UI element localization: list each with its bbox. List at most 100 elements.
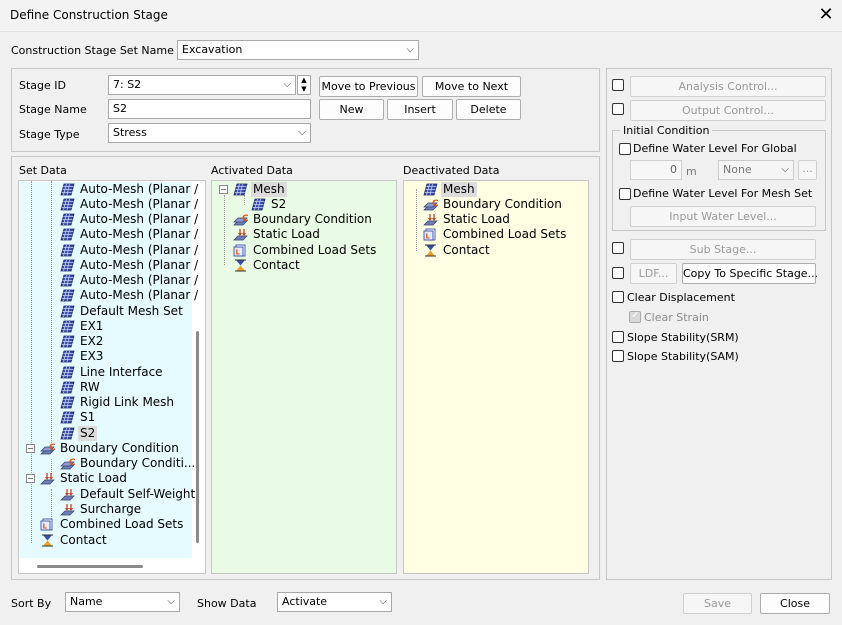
mesh-icon <box>60 198 75 211</box>
combined-load-icon <box>233 244 248 257</box>
sub-stage-checkbox[interactable] <box>612 242 624 254</box>
mesh-icon <box>60 244 75 257</box>
sub-stage-button[interactable]: Sub Stage... <box>630 239 816 260</box>
save-button[interactable]: Save <box>683 593 752 614</box>
water-level-input[interactable]: 0 <box>630 160 682 180</box>
stage-id-select[interactable]: 7: S2 ⌵ <box>108 75 296 95</box>
ldf-checkbox[interactable] <box>612 267 624 279</box>
ldf-button[interactable]: LDF... <box>630 263 677 284</box>
mesh-icon <box>60 228 75 241</box>
clear-strain-label: Clear Strain <box>644 311 709 324</box>
water-mesh-label: Define Water Level For Mesh Set <box>633 187 813 200</box>
stage-id-spinner[interactable]: ▲ ▼ <box>297 75 311 95</box>
stage-type-select[interactable]: Stress ⌵ <box>108 123 311 143</box>
clear-displacement-label: Clear Displacement <box>627 291 735 304</box>
mesh-icon <box>60 396 75 409</box>
stage-set-select[interactable]: Excavation ⌵ <box>177 40 419 60</box>
initial-condition-title: Initial Condition <box>620 124 713 137</box>
close-icon[interactable]: ✕ <box>812 3 840 29</box>
sort-by-select[interactable]: Name ⌵ <box>65 592 180 612</box>
vertical-scrollbar[interactable] <box>196 331 199 543</box>
show-data-select[interactable]: Activate ⌵ <box>277 592 392 612</box>
mesh-icon <box>60 350 75 363</box>
sort-by-value: Name <box>70 595 103 608</box>
input-water-level-button[interactable]: Input Water Level... <box>630 206 816 227</box>
boundary-condition-icon <box>40 442 55 455</box>
delete-button[interactable]: Delete <box>456 99 521 120</box>
stage-name-input[interactable]: S2 <box>108 99 311 119</box>
chevron-down-icon: ⌵ <box>406 44 414 55</box>
static-load-icon <box>40 472 55 485</box>
static-load-icon <box>423 213 438 226</box>
mesh-icon <box>60 366 75 379</box>
sort-by-label: Sort By <box>11 597 52 610</box>
horizontal-scrollbar[interactable] <box>37 565 143 568</box>
clear-strain-checkbox[interactable] <box>629 310 641 323</box>
analysis-control-button[interactable]: Analysis Control... <box>630 76 826 97</box>
mesh-icon <box>233 183 248 196</box>
mesh-icon <box>60 335 75 348</box>
static-load-icon <box>60 488 75 501</box>
stage-set-value: Excavation <box>182 43 243 56</box>
collapse-icon[interactable]: − <box>26 474 35 483</box>
boundary-condition-icon <box>423 198 438 211</box>
mesh-icon <box>60 183 75 196</box>
chevron-down-icon: ⌵ <box>298 127 306 138</box>
mesh-icon <box>60 411 75 424</box>
activated-data-tree[interactable]: − Mesh S2 Boundary Condition Static Load… <box>211 180 397 574</box>
stage-id-value: 7: S2 <box>113 78 142 91</box>
water-global-checkbox[interactable] <box>619 143 631 155</box>
copy-to-stage-button[interactable]: Copy To Specific Stage... <box>682 263 818 284</box>
mesh-icon <box>60 381 75 394</box>
mesh-icon <box>60 274 75 287</box>
stage-set-label: Construction Stage Set Name <box>11 44 174 57</box>
mesh-icon <box>60 259 75 272</box>
collapse-icon[interactable]: − <box>26 444 35 453</box>
static-load-icon <box>60 503 75 516</box>
close-button[interactable]: Close <box>760 593 830 614</box>
ellipsis-button[interactable]: ... <box>798 160 817 180</box>
mesh-icon <box>60 427 75 440</box>
water-level-select-value: None <box>723 163 752 176</box>
deactivated-data-header: Deactivated Data <box>403 164 500 177</box>
insert-button[interactable]: Insert <box>387 99 453 120</box>
water-global-label: Define Water Level For Global <box>633 142 797 155</box>
slope-srm-label: Slope Stability(SRM) <box>627 331 739 344</box>
combined-load-icon <box>423 228 438 241</box>
contact-icon <box>423 244 438 257</box>
set-data-tree[interactable]: Auto-Mesh (Planar / Auto-Mesh (Planar / … <box>18 180 206 574</box>
clear-displacement-checkbox[interactable] <box>612 291 624 303</box>
stage-id-label: Stage ID <box>19 79 66 92</box>
move-next-button[interactable]: Move to Next <box>422 76 521 97</box>
move-previous-button[interactable]: Move to Previous <box>319 76 418 97</box>
mesh-icon <box>251 198 266 211</box>
analysis-control-checkbox[interactable] <box>612 79 624 91</box>
boundary-condition-icon <box>60 457 75 470</box>
slope-sam-checkbox[interactable] <box>612 350 624 362</box>
collapse-icon[interactable]: − <box>219 185 228 194</box>
set-data-header: Set Data <box>19 164 67 177</box>
activated-data-header: Activated Data <box>211 164 293 177</box>
contact-icon <box>40 534 55 547</box>
static-load-icon <box>233 228 248 241</box>
output-control-button[interactable]: Output Control... <box>630 100 826 121</box>
deactivated-data-tree[interactable]: Mesh Boundary Condition Static Load Comb… <box>403 180 589 574</box>
output-control-checkbox[interactable] <box>612 103 624 115</box>
water-level-select[interactable]: None ⌵ <box>718 160 794 180</box>
mesh-icon <box>423 183 438 196</box>
combined-load-icon <box>40 518 55 531</box>
mesh-icon <box>60 289 75 302</box>
slope-sam-label: Slope Stability(SAM) <box>627 350 739 363</box>
slope-srm-checkbox[interactable] <box>612 331 624 343</box>
show-data-value: Activate <box>282 595 328 608</box>
contact-icon <box>233 259 248 272</box>
mesh-icon <box>60 320 75 333</box>
show-data-label: Show Data <box>197 597 257 610</box>
chevron-down-icon: ⌵ <box>283 79 291 90</box>
boundary-condition-icon <box>233 213 248 226</box>
chevron-down-icon: ⌵ <box>379 596 387 607</box>
mesh-icon <box>60 213 75 226</box>
water-mesh-checkbox[interactable] <box>619 188 631 200</box>
new-button[interactable]: New <box>319 99 384 120</box>
stage-name-label: Stage Name <box>19 103 87 116</box>
